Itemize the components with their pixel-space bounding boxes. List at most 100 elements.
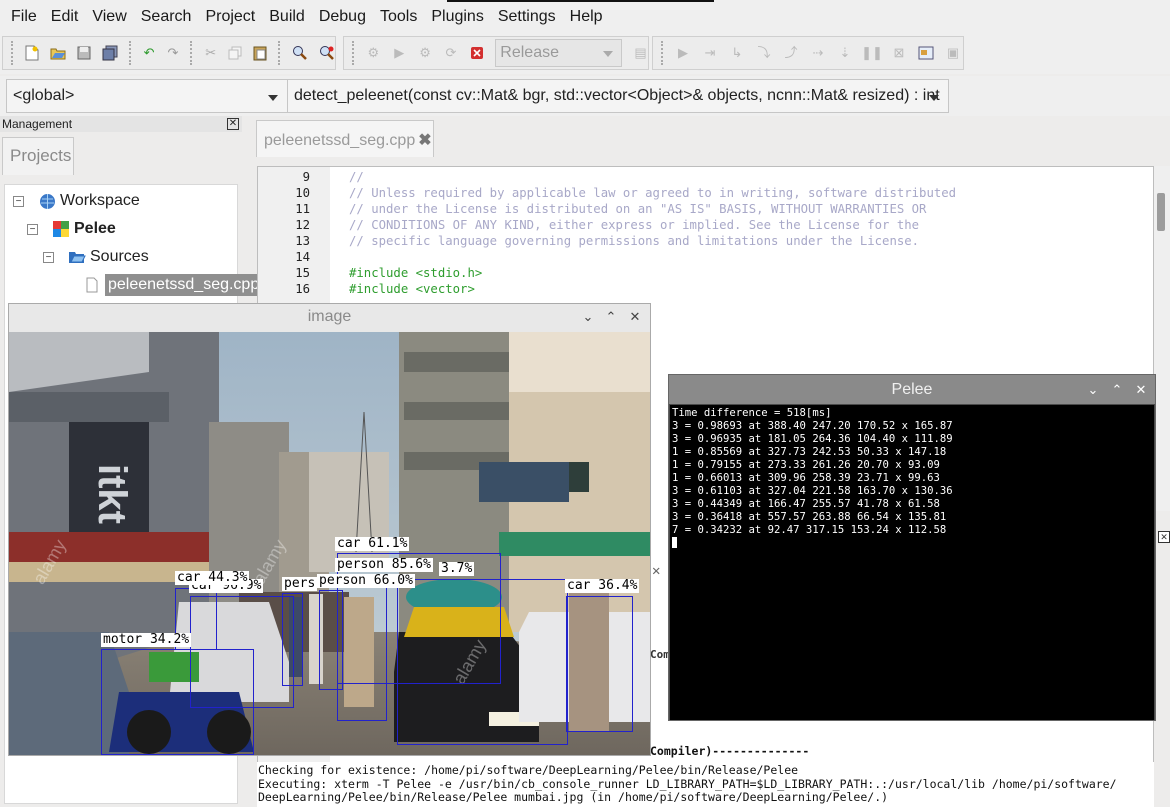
- detection-label: person 66.0%: [317, 573, 415, 588]
- line-number: 16: [295, 282, 310, 296]
- terminal-line: 3 = 0.61103 at 327.04 221.58 163.70 x 13…: [672, 485, 953, 497]
- line-number: 14: [295, 250, 310, 264]
- chevron-down-icon: [268, 95, 278, 101]
- scope-value: <global>: [13, 87, 75, 104]
- folder-open-icon: [68, 248, 86, 266]
- open-folder-icon[interactable]: [50, 45, 66, 61]
- build-log: Checking for existence: /home/pi/softwar…: [257, 762, 1154, 807]
- terminal-line: 3 = 0.36418 at 557.57 263.88 66.54 x 135…: [672, 511, 947, 523]
- tree-item-workspace[interactable]: − Workspace: [13, 189, 140, 213]
- pause-icon[interactable]: ❚❚: [861, 45, 883, 61]
- cut-icon[interactable]: ✂: [204, 45, 217, 61]
- svg-text:itkt: itkt: [90, 464, 134, 524]
- toolbar-grip[interactable]: [352, 41, 355, 65]
- menu-file[interactable]: File: [4, 8, 44, 26]
- undo-icon[interactable]: ↶: [143, 45, 156, 61]
- run-to-cursor-icon[interactable]: ⇥: [702, 45, 718, 61]
- menu-plugins[interactable]: Plugins: [424, 8, 490, 26]
- menu-build[interactable]: Build: [262, 8, 312, 26]
- toolbar-grip[interactable]: [11, 41, 14, 65]
- detection-label: car 36.4%: [565, 578, 640, 593]
- build-run-icon[interactable]: ⚙: [418, 45, 433, 61]
- stop-debug-icon[interactable]: ⊠: [891, 45, 907, 61]
- menu-tools[interactable]: Tools: [373, 8, 424, 26]
- paste-icon[interactable]: [253, 45, 267, 61]
- window-edge-line: [447, 0, 714, 2]
- next-instruction-icon[interactable]: ⇢: [810, 45, 826, 61]
- find-icon[interactable]: [292, 45, 308, 61]
- close-icon[interactable]: ✕: [227, 118, 239, 130]
- minimize-icon[interactable]: ⌄: [1086, 382, 1100, 398]
- collapse-icon[interactable]: −: [13, 195, 24, 207]
- save-icon[interactable]: [77, 45, 91, 61]
- terminal-line: 1 = 0.85569 at 327.73 242.53 50.33 x 147…: [672, 446, 947, 458]
- next-line-icon[interactable]: ↳: [729, 45, 745, 61]
- build-target-select[interactable]: Release: [495, 39, 623, 67]
- tree-item-project[interactable]: − Pelee: [27, 217, 116, 241]
- debug-run-icon[interactable]: ▶: [675, 45, 691, 61]
- save-all-icon[interactable]: [102, 45, 118, 61]
- run-icon[interactable]: ▶: [392, 45, 407, 61]
- new-file-icon[interactable]: [25, 45, 39, 61]
- street-photo: itkt alamy alamy alamy car 61.1% person …: [9, 332, 650, 755]
- debug-windows-icon[interactable]: [918, 45, 934, 61]
- scrollbar-thumb[interactable]: [1157, 193, 1165, 231]
- target-options-icon[interactable]: ▤: [633, 45, 648, 61]
- line-number: 10: [295, 186, 310, 200]
- maximize-icon[interactable]: ⌃: [1110, 382, 1124, 398]
- window-title: Pelee: [891, 381, 933, 398]
- terminal-output[interactable]: Time difference = 518[ms] 3 = 0.98693 at …: [670, 405, 1154, 720]
- abort-icon[interactable]: [469, 45, 484, 61]
- collapse-icon[interactable]: −: [27, 223, 38, 235]
- editor-scrollbar[interactable]: [1154, 166, 1170, 511]
- tab-peleenetssd-seg[interactable]: peleenetssd_seg.cpp ✖: [256, 120, 434, 157]
- menu-search[interactable]: Search: [134, 8, 199, 26]
- detection-label: car 44.3%: [175, 570, 250, 585]
- code-text: #include <stdio.h>: [349, 266, 483, 280]
- collapse-icon[interactable]: −: [43, 251, 54, 263]
- scope-select[interactable]: <global>: [6, 79, 288, 113]
- image-window-titlebar[interactable]: image ⌄ ⌃ ✕: [9, 304, 650, 332]
- pelee-terminal-window: Pelee ⌄ ⌃ ✕ Time difference = 518[ms] 3 =…: [668, 374, 1156, 721]
- menu-edit[interactable]: Edit: [44, 8, 86, 26]
- close-icon[interactable]: ✕: [652, 563, 660, 579]
- toolbar-separator: [278, 41, 281, 65]
- step-instruction-icon[interactable]: ⇣: [837, 45, 853, 61]
- minimize-icon[interactable]: ⌄: [581, 309, 595, 325]
- build-gear-icon[interactable]: ⚙: [366, 45, 381, 61]
- menu-view[interactable]: View: [85, 8, 133, 26]
- copy-icon[interactable]: [228, 45, 242, 61]
- code-text: // specific language governing permissio…: [349, 234, 920, 248]
- tab-projects[interactable]: Projects: [2, 137, 74, 175]
- step-out-icon[interactable]: ⤴: [783, 45, 799, 61]
- detection-box: [101, 649, 254, 755]
- replace-icon[interactable]: [319, 45, 335, 61]
- tree-label: Workspace: [60, 192, 140, 209]
- redo-icon[interactable]: ↷: [167, 45, 180, 61]
- toolbar-grip[interactable]: [661, 41, 664, 65]
- tree-item-file[interactable]: peleenetssd_seg.cpp: [83, 273, 263, 297]
- detection-box: [337, 574, 387, 721]
- maximize-icon[interactable]: ⌃: [604, 309, 618, 325]
- function-select[interactable]: detect_peleenet(const cv::Mat& bgr, std:…: [287, 79, 949, 113]
- tree-item-sources[interactable]: − Sources: [43, 245, 149, 269]
- pelee-window-titlebar[interactable]: Pelee ⌄ ⌃ ✕: [669, 375, 1155, 404]
- debug-info-icon[interactable]: ▣: [945, 45, 961, 61]
- terminal-line: 3 = 0.44349 at 166.47 255.57 41.78 x 61.…: [672, 498, 940, 510]
- line-number: 13: [295, 234, 310, 248]
- menu-debug[interactable]: Debug: [312, 8, 373, 26]
- menu-project[interactable]: Project: [198, 8, 262, 26]
- close-icon[interactable]: ✕: [628, 309, 642, 325]
- file-icon: [83, 276, 101, 294]
- code-scope-bar: <global> detect_peleenet(const cv::Mat& …: [0, 76, 1170, 116]
- window-title: image: [307, 308, 352, 325]
- menu-settings[interactable]: Settings: [491, 8, 563, 26]
- detection-label: person 85.6%: [335, 557, 433, 572]
- chevron-down-icon: [929, 95, 939, 101]
- close-icon[interactable]: ✕: [1158, 531, 1170, 543]
- rebuild-icon[interactable]: ⟳: [444, 45, 459, 61]
- menu-help[interactable]: Help: [563, 8, 610, 26]
- close-icon[interactable]: ✕: [1134, 382, 1148, 398]
- close-icon[interactable]: ✖: [418, 132, 431, 149]
- step-into-icon[interactable]: ⤵: [756, 45, 772, 61]
